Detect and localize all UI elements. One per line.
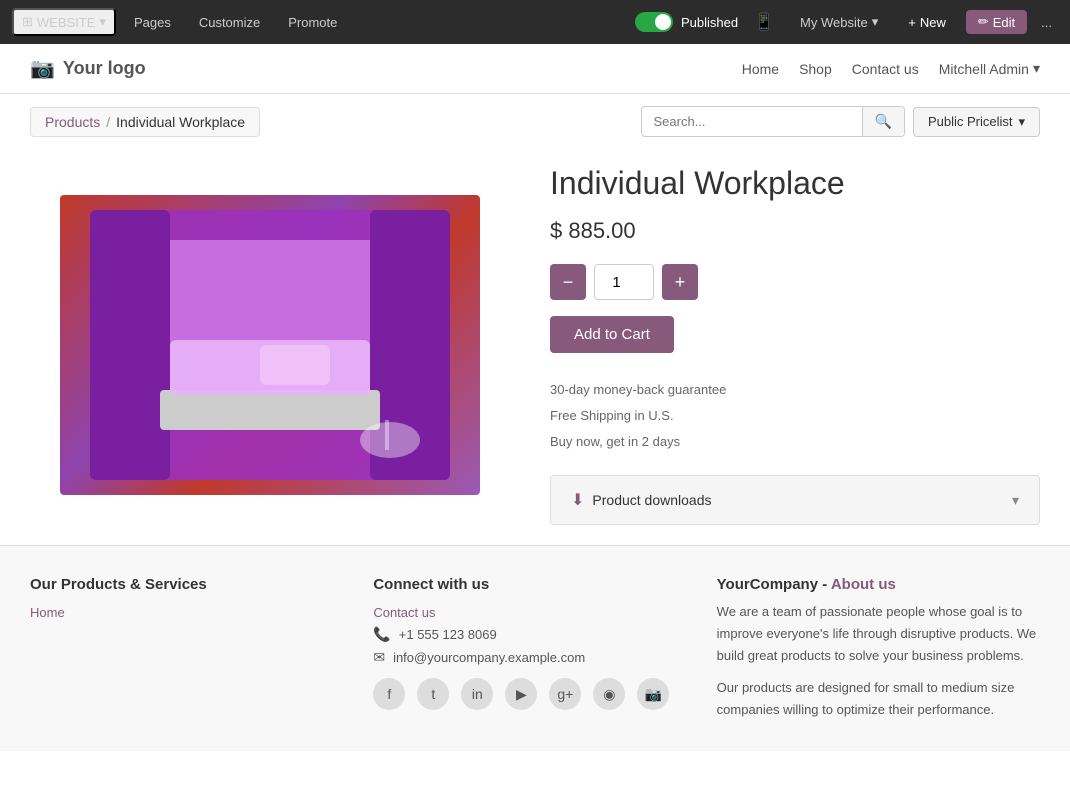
nav-contact[interactable]: Contact us xyxy=(852,61,919,77)
pricelist-caret-icon: ▾ xyxy=(1018,114,1025,130)
footer-email-address: info@yourcompany.example.com xyxy=(393,650,585,665)
footer-home-link[interactable]: Home xyxy=(30,605,353,620)
my-website-label: My Website xyxy=(800,15,868,30)
facebook-icon[interactable]: f xyxy=(373,678,405,710)
promote-button[interactable]: Promote xyxy=(278,11,347,34)
pencil-icon: ✏ xyxy=(978,14,989,30)
product-downloads-section: ⬇ Product downloads ▾ xyxy=(550,475,1040,525)
logo-label: Your logo xyxy=(63,58,146,79)
product-downloads-header[interactable]: ⬇ Product downloads ▾ xyxy=(551,476,1039,524)
admin-caret-icon: ▾ xyxy=(1033,60,1040,77)
pages-button[interactable]: Pages xyxy=(124,11,181,34)
footer-products-title: Our Products & Services xyxy=(30,576,353,593)
my-website-caret-icon: ▾ xyxy=(872,14,879,30)
footer-phone-number: +1 555 123 8069 xyxy=(399,627,497,642)
product-info: Individual Workplace $ 885.00 − + Add to… xyxy=(550,165,1040,525)
footer-contact-link[interactable]: Contact us xyxy=(373,605,696,620)
pricelist-label: Public Pricelist xyxy=(928,114,1013,129)
website-caret-icon: ▾ xyxy=(99,14,106,30)
product-price: $ 885.00 xyxy=(550,218,1040,244)
instagram-icon[interactable]: 📷 xyxy=(637,678,669,710)
footer-about-link[interactable]: About us xyxy=(831,576,896,593)
published-toggle-switch[interactable] xyxy=(635,12,673,32)
footer-col-connect: Connect with us Contact us 📞 +1 555 123 … xyxy=(373,576,696,731)
footer-email: ✉ info@yourcompany.example.com xyxy=(373,649,696,666)
footer-company-name: YourCompany - About us xyxy=(717,576,1040,593)
search-button[interactable]: 🔍 xyxy=(862,107,904,136)
breadcrumb-products-link[interactable]: Products xyxy=(45,114,100,130)
website-menu-button[interactable]: ⊞ WEBSITE ▾ xyxy=(12,8,116,36)
envelope-icon: ✉ xyxy=(373,649,385,666)
quantity-increase-button[interactable]: + xyxy=(662,264,698,300)
feature-guarantee: 30-day money-back guarantee xyxy=(550,377,1040,403)
my-website-button[interactable]: My Website ▾ xyxy=(790,10,888,34)
download-icon: ⬇ xyxy=(571,490,584,510)
footer-text-2: Our products are designed for small to m… xyxy=(717,677,1040,721)
search-area: 🔍 Public Pricelist ▾ xyxy=(641,106,1041,137)
footer-col-company: YourCompany - About us We are a team of … xyxy=(717,576,1040,731)
linkedin-icon[interactable]: in xyxy=(461,678,493,710)
feature-shipping: Free Shipping in U.S. xyxy=(550,403,1040,429)
grid-icon: ⊞ xyxy=(22,14,33,30)
quantity-input[interactable] xyxy=(594,264,654,300)
product-illustration xyxy=(60,200,480,490)
mobile-preview-button[interactable]: 📱 xyxy=(746,8,782,36)
footer-text-1: We are a team of passionate people whose… xyxy=(717,601,1040,667)
more-options-button[interactable]: ... xyxy=(1035,11,1058,34)
breadcrumb-separator: / xyxy=(106,114,110,130)
edit-button[interactable]: ✏ Edit xyxy=(966,10,1027,34)
edit-label: Edit xyxy=(993,15,1015,30)
top-navigation: ⊞ WEBSITE ▾ Pages Customize Promote Publ… xyxy=(0,0,1070,44)
breadcrumb: Products / Individual Workplace xyxy=(30,107,260,137)
downloads-label: Product downloads xyxy=(592,492,711,508)
plus-icon: + xyxy=(908,15,916,30)
new-button[interactable]: + New xyxy=(896,11,958,34)
downloads-left: ⬇ Product downloads xyxy=(571,490,711,510)
footer: Our Products & Services Home Connect wit… xyxy=(0,545,1070,751)
footer-phone: 📞 +1 555 123 8069 xyxy=(373,626,696,643)
product-image-area xyxy=(30,165,510,525)
new-label: New xyxy=(920,15,946,30)
product-image xyxy=(60,195,480,495)
header-navigation: Home Shop Contact us Mitchell Admin ▾ xyxy=(742,60,1040,77)
nav-home[interactable]: Home xyxy=(742,61,779,77)
footer-col-products: Our Products & Services Home xyxy=(30,576,353,731)
googleplus-icon[interactable]: g+ xyxy=(549,678,581,710)
phone-icon: 📞 xyxy=(373,626,390,643)
published-toggle-area: Published xyxy=(635,12,738,32)
logo[interactable]: 📷 Your logo xyxy=(30,56,146,81)
quantity-row: − + xyxy=(550,264,1040,300)
downloads-chevron-icon: ▾ xyxy=(1012,492,1019,509)
nav-shop[interactable]: Shop xyxy=(799,61,832,77)
main-header: 📷 Your logo Home Shop Contact us Mitchel… xyxy=(0,44,1070,94)
pricelist-button[interactable]: Public Pricelist ▾ xyxy=(913,107,1040,137)
product-title: Individual Workplace xyxy=(550,165,1040,202)
add-to-cart-button[interactable]: Add to Cart xyxy=(550,316,674,353)
twitter-icon[interactable]: t xyxy=(417,678,449,710)
breadcrumb-bar: Products / Individual Workplace 🔍 Public… xyxy=(0,94,1070,145)
github-icon[interactable]: ◉ xyxy=(593,678,625,710)
admin-dropdown[interactable]: Mitchell Admin ▾ xyxy=(939,60,1040,77)
footer-connect-title: Connect with us xyxy=(373,576,696,593)
breadcrumb-current: Individual Workplace xyxy=(116,114,245,130)
product-section: Individual Workplace $ 885.00 − + Add to… xyxy=(0,145,1070,545)
search-input[interactable] xyxy=(642,108,862,135)
admin-label: Mitchell Admin xyxy=(939,61,1029,77)
product-features: 30-day money-back guarantee Free Shippin… xyxy=(550,377,1040,455)
search-input-wrap: 🔍 xyxy=(641,106,905,137)
youtube-icon[interactable]: ▶ xyxy=(505,678,537,710)
website-label: WEBSITE xyxy=(37,15,96,30)
quantity-decrease-button[interactable]: − xyxy=(550,264,586,300)
camera-icon: 📷 xyxy=(30,56,55,81)
social-icons: f t in ▶ g+ ◉ 📷 xyxy=(373,678,696,710)
feature-delivery: Buy now, get in 2 days xyxy=(550,429,1040,455)
published-label: Published xyxy=(681,15,738,30)
customize-button[interactable]: Customize xyxy=(189,11,270,34)
